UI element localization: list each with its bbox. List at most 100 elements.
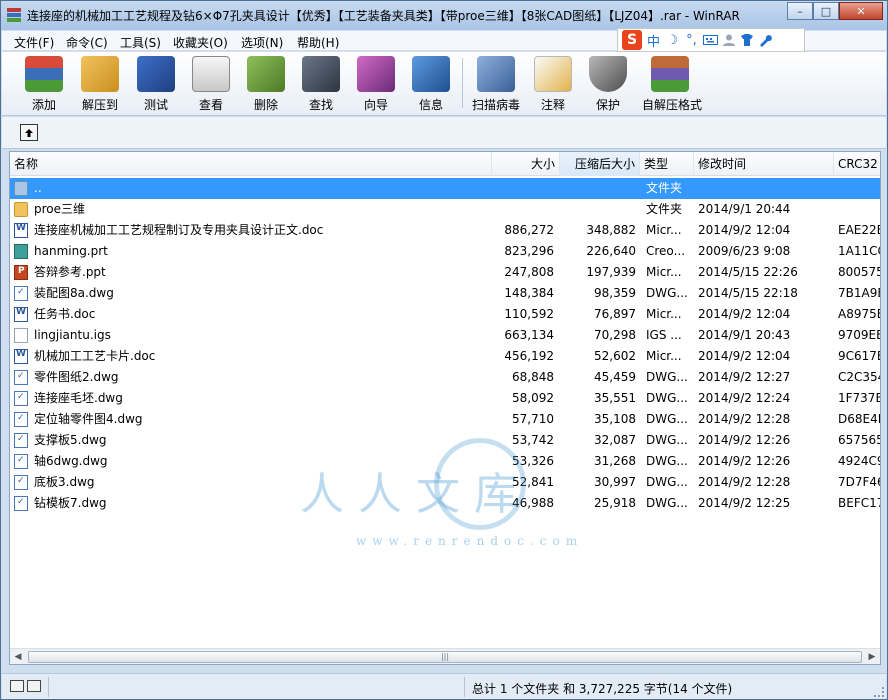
file-type: DWG... [646, 496, 688, 510]
file-size: 110,592 [504, 307, 554, 321]
file-packed-size: 70,298 [594, 328, 636, 342]
menu-tools[interactable]: 工具(S) [120, 34, 161, 51]
file-packed-size: 32,087 [594, 433, 636, 447]
minimize-button[interactable]: – [787, 2, 813, 20]
file-row[interactable]: 连接座毛坯.dwg 58,092 35,551 DWG... 2014/9/2 12:2… [10, 388, 880, 409]
scroll-right-icon[interactable]: ▶ [864, 650, 880, 664]
file-row[interactable]: 零件图纸2.dwg 68,848 45,459 DWG... 2014/9/2 12:2… [10, 367, 880, 388]
ime-punctuation-icon[interactable]: °, [684, 33, 699, 48]
file-type: DWG... [646, 454, 688, 468]
file-row[interactable]: 答辩参考.ppt 247,808 197,939 Micr... 2014/5/15 2… [10, 262, 880, 283]
file-row[interactable]: hanming.prt 823,296 226,640 Creo... 2009/6/2… [10, 241, 880, 262]
scrollbar-thumb[interactable]: ||| [28, 651, 862, 663]
resize-grip[interactable] [874, 687, 884, 697]
close-button[interactable]: ✕ [839, 2, 883, 20]
wizard-wand-icon [357, 56, 395, 92]
file-modified: 2014/9/2 12:28 [698, 475, 791, 489]
ime-user-icon[interactable] [722, 33, 736, 47]
file-modified [698, 178, 828, 199]
maximize-button[interactable]: □ [813, 2, 839, 20]
file-type: DWG... [646, 475, 688, 489]
menu-help[interactable]: 帮助(H) [297, 34, 339, 51]
menu-favorites[interactable]: 收藏夹(O) [173, 34, 228, 51]
file-name: lingjiantu.igs [34, 328, 111, 342]
ime-chinese-mode[interactable]: 中 [646, 31, 661, 50]
toolbar-extract-button[interactable]: 解压到 [72, 56, 128, 112]
menu-commands[interactable]: 命令(C) [66, 34, 108, 51]
main-toolbar: 添加 解压到 测试 查看 删除 查找 向导 信息 扫描病毒 注释 保护 自解压格… [2, 52, 886, 116]
file-modified: 2014/9/2 12:28 [698, 412, 791, 426]
file-name: proe三维 [34, 202, 86, 216]
toolbar-sfx-button[interactable]: 自解压格式 [642, 56, 702, 112]
file-row[interactable]: 定位轴零件图4.dwg 57,710 35,108 DWG... 2014/9/2 12… [10, 409, 880, 430]
toolbar-find-button[interactable]: 查找 [293, 56, 349, 112]
toolbar-add-button[interactable]: 添加 [16, 56, 72, 112]
file-list-header: 名称 大小 压缩后大小 类型 修改时间 CRC32 [10, 152, 880, 176]
file-modified: 2014/9/2 12:04 [698, 349, 791, 363]
column-header-name[interactable]: 名称 [10, 152, 492, 176]
file-row[interactable]: 轴6dwg.dwg 53,326 31,268 DWG... 2014/9/2 12:2… [10, 451, 880, 472]
toolbar-wizard-button[interactable]: 向导 [348, 56, 404, 112]
view-glasses-icon [192, 56, 230, 92]
path-bar [2, 117, 886, 149]
menu-file[interactable]: 文件(F) [14, 34, 54, 51]
sogou-logo-icon[interactable]: S [622, 30, 642, 50]
toolbar-virus-scan-button[interactable]: 扫描病毒 [468, 56, 524, 112]
file-packed-size: 197,939 [586, 265, 636, 279]
ime-keyboard-icon[interactable] [703, 34, 718, 46]
file-rows: .. 文件夹 proe三维 文件夹 2014/9/1 20:44 连接座机械加工工艺规程制… [10, 178, 880, 514]
scroll-left-icon[interactable]: ◀ [10, 650, 26, 664]
add-archive-icon [25, 56, 63, 92]
winrar-window: 连接座的机械加工工艺规程及钻6×Φ7孔夹具设计【优秀】【工艺装备夹具类】【带pr… [0, 0, 888, 700]
column-header-size[interactable]: 大小 [492, 152, 560, 176]
file-row[interactable]: 支撑板5.dwg 53,742 32,087 DWG... 2014/9/2 12:26… [10, 430, 880, 451]
toolbar-comment-button[interactable]: 注释 [525, 56, 581, 112]
toolbar-info-button[interactable]: 信息 [403, 56, 459, 112]
file-type: 文件夹 [646, 181, 683, 195]
file-row[interactable]: lingjiantu.igs 663,134 70,298 IGS ... 2014/9… [10, 325, 880, 346]
status-bar: 总计 1 个文件夹 和 3,727,225 字节(14 个文件) [2, 673, 886, 699]
up-one-level-button[interactable] [20, 124, 38, 141]
file-name: 底板3.dwg [34, 475, 95, 489]
title-bar[interactable]: 连接座的机械加工工艺规程及钻6×Φ7孔夹具设计【优秀】【工艺装备夹具类】【带pr… [1, 1, 887, 30]
file-row[interactable]: 装配图8a.dwg 148,384 98,359 DWG... 2014/5/15 22… [10, 283, 880, 304]
file-packed-size: 348,882 [586, 223, 636, 237]
key-icon[interactable] [27, 680, 41, 692]
ime-halfwidth-icon[interactable]: ☽ [665, 33, 680, 48]
horizontal-scrollbar[interactable]: ◀ ||| ▶ [10, 648, 880, 664]
column-header-crc[interactable]: CRC32 [834, 152, 880, 176]
ime-tools-icon[interactable] [758, 33, 772, 47]
window-title: 连接座的机械加工工艺规程及钻6×Φ7孔夹具设计【优秀】【工艺装备夹具类】【带pr… [27, 9, 740, 23]
protect-shield-icon [589, 56, 627, 92]
file-packed-size: 35,108 [594, 412, 636, 426]
ime-skin-icon[interactable] [740, 33, 754, 47]
file-row[interactable]: 任务书.doc 110,592 76,897 Micr... 2014/9/2 12:0… [10, 304, 880, 325]
file-row[interactable]: 底板3.dwg 52,841 30,997 DWG... 2014/9/2 12:28 7… [10, 472, 880, 493]
file-row[interactable]: 钻模板7.dwg 46,988 25,918 DWG... 2014/9/2 12:25… [10, 493, 880, 514]
file-type: IGS ... [646, 328, 682, 342]
file-type: Creo... [646, 244, 686, 258]
ime-toolbar[interactable]: S 中 ☽ °, [617, 28, 805, 52]
toolbar-test-button[interactable]: 测试 [128, 56, 184, 112]
file-packed-size: 226,640 [586, 244, 636, 258]
file-name: 零件图纸2.dwg [34, 370, 119, 384]
toolbar-view-button[interactable]: 查看 [183, 56, 239, 112]
column-header-type[interactable]: 类型 [640, 152, 694, 176]
file-modified: 2014/9/2 12:25 [698, 496, 791, 510]
drive-icon[interactable] [10, 680, 24, 692]
file-size [496, 199, 554, 220]
file-row[interactable]: .. 文件夹 [10, 178, 880, 199]
file-size: 53,742 [512, 433, 554, 447]
sfx-archive-icon [651, 56, 689, 92]
file-row[interactable]: 连接座机械加工工艺规程制订及专用夹具设计正文.doc 886,272 348,882… [10, 220, 880, 241]
file-crc [838, 178, 880, 199]
menu-options[interactable]: 选项(N) [241, 34, 283, 51]
toolbar-delete-button[interactable]: 删除 [238, 56, 294, 112]
file-row[interactable]: proe三维 文件夹 2014/9/1 20:44 [10, 199, 880, 220]
file-type: Micr... [646, 349, 682, 363]
column-header-packed[interactable]: 压缩后大小 [560, 152, 640, 176]
column-header-modified[interactable]: 修改时间 [694, 152, 834, 176]
toolbar-protect-button[interactable]: 保护 [580, 56, 636, 112]
file-crc: 657565... [838, 433, 880, 447]
file-row[interactable]: 机械加工工艺卡片.doc 456,192 52,602 Micr... 2014/9/2… [10, 346, 880, 367]
